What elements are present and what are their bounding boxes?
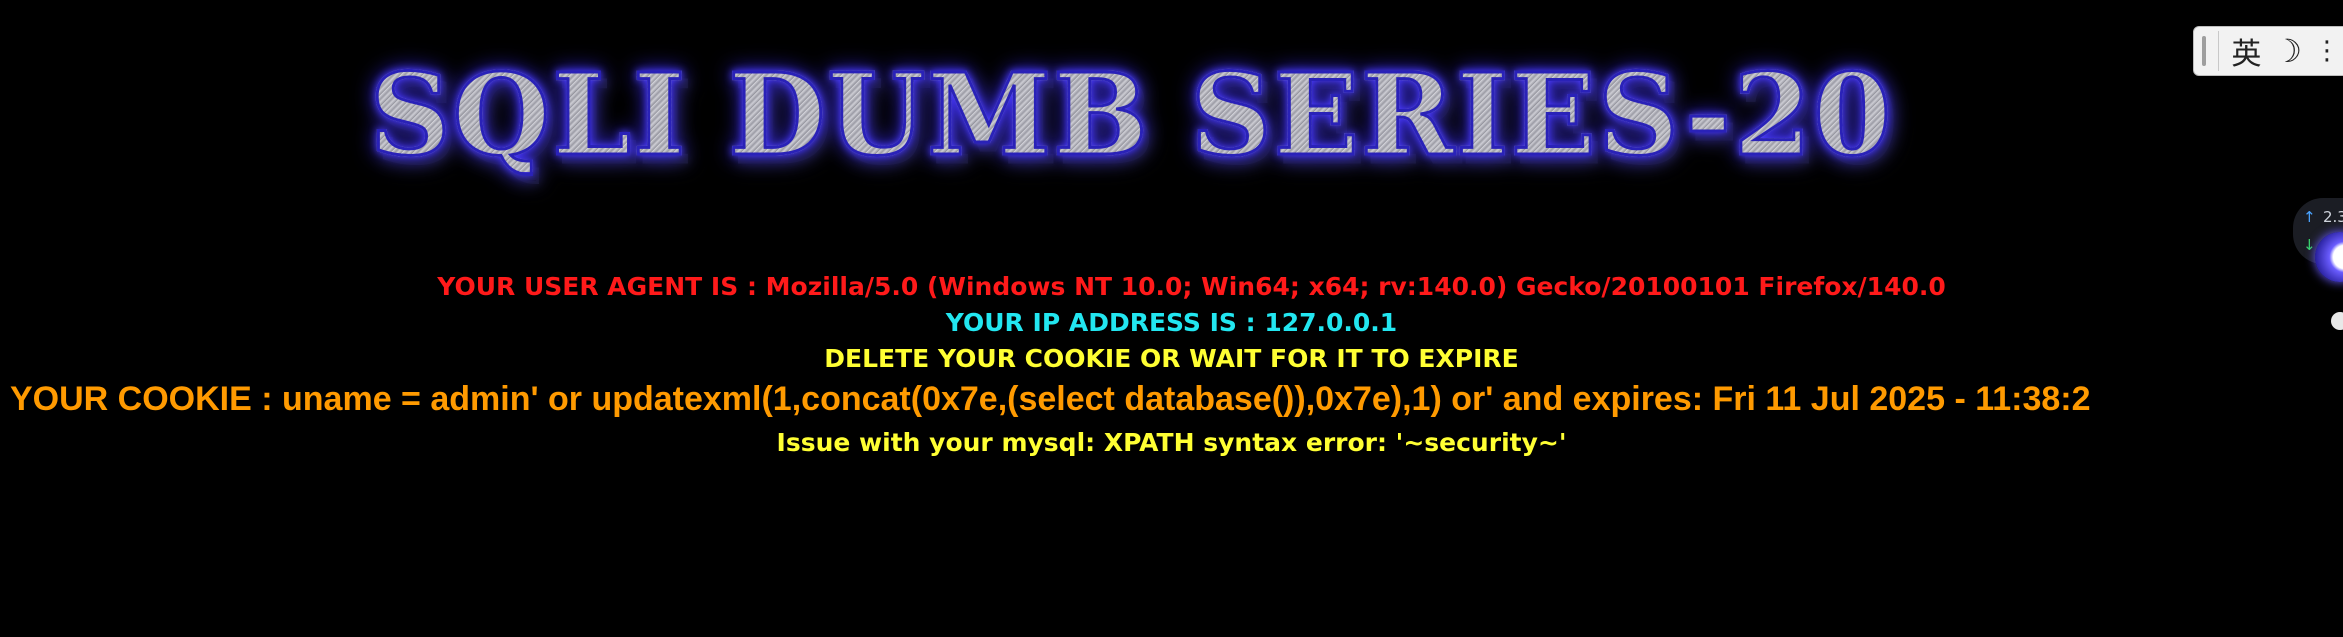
toolbar-divider <box>2218 31 2220 71</box>
cookie-line: YOUR COOKIE : uname = admin' or updatexm… <box>10 380 2091 418</box>
more-icon[interactable]: ⋮ <box>2314 36 2340 66</box>
ip-address-line: YOUR IP ADDRESS IS : 127.0.0.1 <box>945 308 1398 337</box>
drag-handle-icon[interactable] <box>2202 36 2207 66</box>
upload-speed: 2.3 <box>2323 208 2343 226</box>
page-title: SQLI DUMB SERIES-20 <box>368 50 1894 181</box>
download-arrow-icon: ↓ <box>2303 236 2316 254</box>
mysql-error-line: Issue with your mysql: XPATH syntax erro… <box>776 428 1567 457</box>
title-banner: SQLI DUMB SERIES-20 <box>0 50 2343 181</box>
floating-dot-icon[interactable] <box>2331 312 2343 330</box>
ime-toolbar[interactable]: 英 ☽ ⋮ <box>2193 26 2343 76</box>
moon-icon[interactable]: ☽ <box>2273 35 2302 67</box>
language-toggle[interactable]: 英 <box>2231 29 2261 73</box>
upload-arrow-icon: ↑ <box>2303 208 2316 226</box>
delete-cookie-line: DELETE YOUR COOKIE OR WAIT FOR IT TO EXP… <box>824 344 1519 373</box>
user-agent-line: YOUR USER AGENT IS : Mozilla/5.0 (Window… <box>437 272 1946 301</box>
